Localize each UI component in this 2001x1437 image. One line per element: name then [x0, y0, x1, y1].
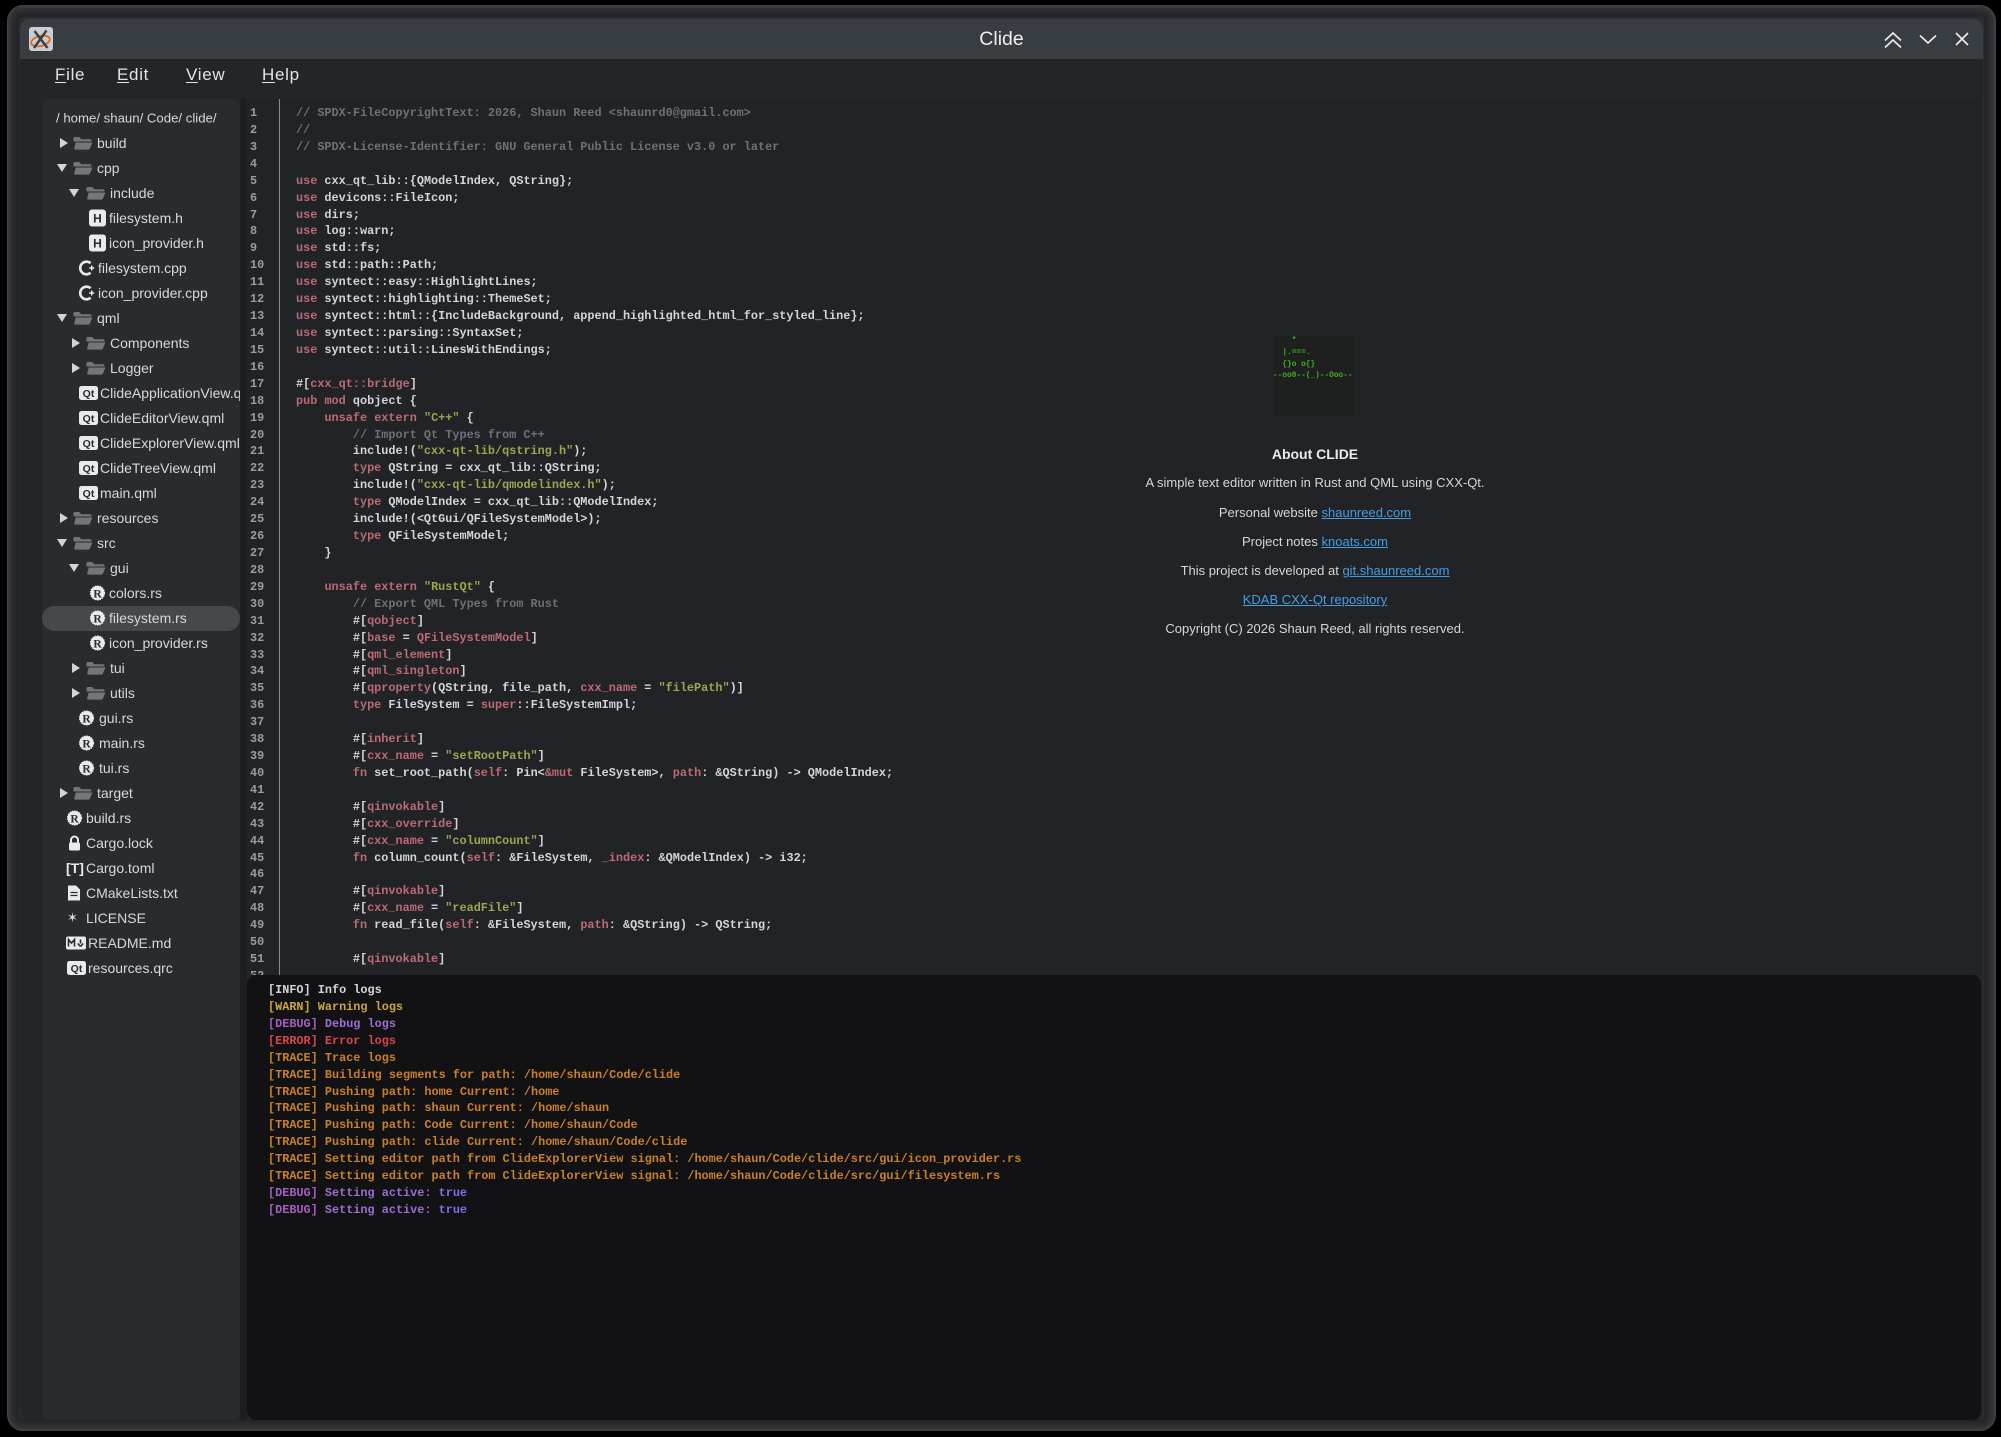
svg-text:Qt: Qt: [83, 463, 95, 475]
svg-text:H: H: [93, 236, 102, 250]
svg-text:R: R: [82, 764, 91, 776]
svg-text:Qt: Qt: [83, 488, 95, 500]
svg-text:R: R: [93, 639, 102, 651]
svg-text:R: R: [82, 714, 91, 726]
svg-text:Qt: Qt: [71, 963, 83, 975]
svg-text:H: H: [93, 211, 102, 225]
svg-text:R: R: [82, 739, 91, 751]
svg-text:R: R: [93, 589, 102, 601]
svg-text:R: R: [70, 814, 79, 826]
svg-text:Qt: Qt: [83, 388, 95, 400]
svg-text:Qt: Qt: [83, 413, 95, 425]
svg-text:R: R: [93, 614, 102, 626]
svg-text:Qt: Qt: [83, 438, 95, 450]
